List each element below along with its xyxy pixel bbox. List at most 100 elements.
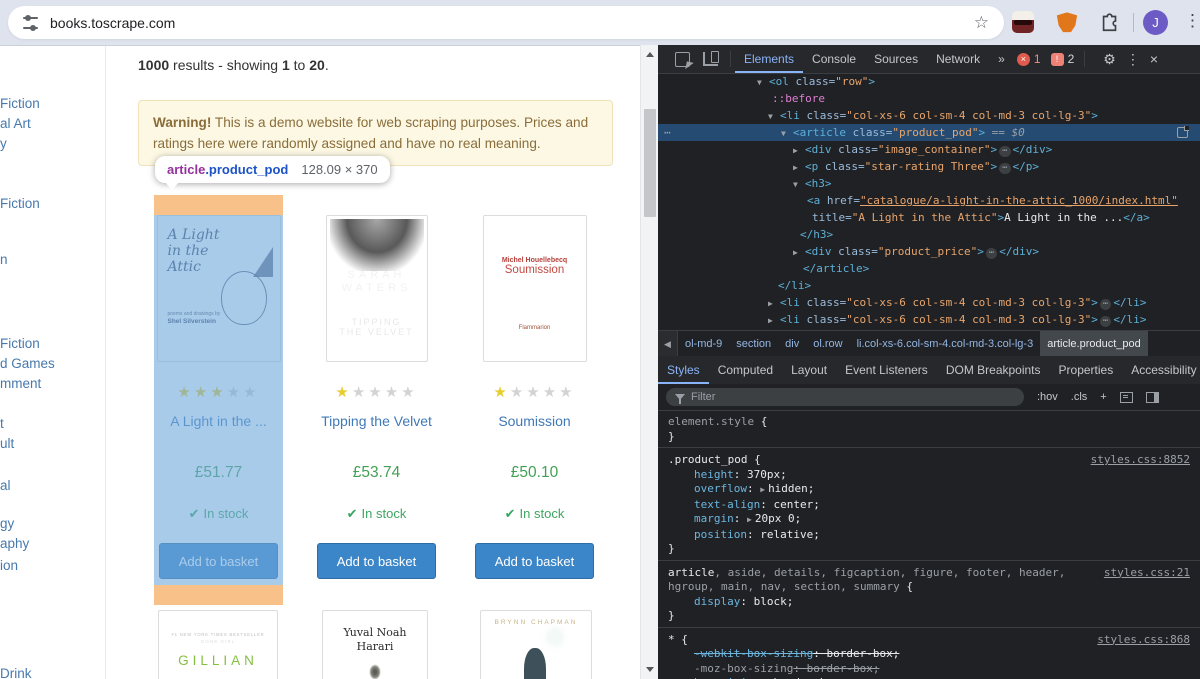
stylesheet-source-link[interactable]: styles.css:21 — [1104, 566, 1190, 581]
add-to-basket-button[interactable]: Add to basket — [475, 543, 594, 579]
styles-tab-dombreakpoints[interactable]: DOM Breakpoints — [937, 356, 1050, 384]
css-property[interactable]: -webkit-box-sizing: border-box; — [668, 647, 1190, 662]
devtools-tab-elements[interactable]: Elements — [735, 45, 803, 73]
collapsed-arrow-icon[interactable]: ▶ — [768, 312, 780, 329]
elements-tree-row[interactable]: </li> — [658, 277, 1200, 294]
inspect-element-icon[interactable] — [675, 52, 690, 67]
elements-tree-row[interactable]: ▼<h3> — [658, 175, 1200, 192]
rendering-toggle-icon[interactable] — [1120, 392, 1133, 403]
sidebar-category-link[interactable]: d Games — [0, 356, 55, 371]
sidebar-category-link[interactable]: Fiction — [0, 96, 40, 111]
site-settings-icon[interactable] — [23, 17, 38, 29]
product-title-link[interactable]: Tipping the Velvet — [312, 413, 441, 429]
extensions-puzzle-icon[interactable] — [1099, 11, 1121, 33]
sidebar-category-link[interactable]: ult — [0, 436, 14, 451]
elements-tree-row[interactable]: ▶<div class="product_price">⋯</div> — [658, 243, 1200, 260]
device-toolbar-icon[interactable] — [703, 52, 718, 66]
elements-tree-row[interactable]: ▶<li class="col-xs-6 col-sm-4 col-md-3 c… — [658, 294, 1200, 311]
elements-tree-row[interactable]: ▶<li class="col-xs-6 col-sm-4 col-md-3 c… — [658, 311, 1200, 328]
sidebar-category-link[interactable]: n — [0, 252, 8, 267]
profile-avatar[interactable]: J — [1143, 10, 1168, 35]
sidebar-category-link[interactable]: Drink — [0, 666, 32, 679]
elements-tree-row[interactable]: ▶<div class="image_container">⋯</div> — [658, 141, 1200, 158]
sidebar-category-link[interactable]: y — [0, 136, 7, 151]
error-icon[interactable]: × — [1017, 53, 1030, 66]
expand-value-icon[interactable]: ▶ — [747, 515, 752, 524]
devtools-close-icon[interactable]: × — [1150, 51, 1158, 67]
styles-control[interactable]: :hov — [1037, 391, 1058, 403]
issues-count[interactable]: 2 — [1068, 52, 1075, 66]
elements-tree-row[interactable]: title="A Light in the Attic">A Light in … — [658, 209, 1200, 226]
error-count[interactable]: 1 — [1034, 52, 1041, 66]
css-property[interactable]: height: 370px; — [668, 468, 1190, 483]
privacy-extension-icon[interactable] — [1012, 11, 1034, 33]
css-property[interactable]: position: relative; — [668, 528, 1190, 543]
devtools-tab-console[interactable]: Console — [803, 45, 865, 73]
elements-tree-row[interactable]: ▼<ol class="row"> — [658, 73, 1200, 90]
elements-tree-row[interactable]: ▶<p class="star-rating Three">⋯</p> — [658, 158, 1200, 175]
elements-tree-row[interactable]: ::before — [658, 90, 1200, 107]
add-to-basket-button[interactable]: Add to basket — [159, 543, 278, 579]
elements-tree-row[interactable]: <a href="catalogue/a-light-in-the-attic_… — [658, 192, 1200, 209]
styles-tab-computed[interactable]: Computed — [709, 356, 782, 384]
css-property[interactable]: -moz-box-sizing: border-box; — [668, 662, 1190, 677]
product-title-link[interactable]: A Light in the ... — [154, 413, 283, 429]
product-cover-link[interactable]: A Lightin theAtticpoems and drawings byS… — [157, 215, 281, 362]
expand-arrow-icon[interactable]: ▼ — [793, 176, 805, 193]
expand-value-icon[interactable]: ▶ — [760, 485, 765, 494]
css-property[interactable]: display: block; — [668, 595, 1190, 610]
styles-tab-styles[interactable]: Styles — [658, 356, 709, 384]
product-cover-link[interactable]: Michel HouellebecqSoumissionFlammarion — [483, 215, 587, 362]
product-cover-link[interactable]: BRYNN CHAPMAN — [480, 610, 592, 679]
product-cover-link[interactable]: Yuval NoahHarari — [322, 610, 428, 679]
sidebar-category-link[interactable]: Fiction — [0, 196, 40, 211]
scroll-up-arrow-icon[interactable] — [646, 52, 654, 57]
scroll-down-arrow-icon[interactable] — [646, 667, 654, 672]
sidebar-category-link[interactable]: al Art — [0, 116, 31, 131]
computed-sidebar-toggle-icon[interactable] — [1146, 392, 1159, 403]
scroll-into-view-icon[interactable] — [1177, 127, 1188, 138]
devtools-tab-network[interactable]: Network — [927, 45, 989, 73]
page-scrollbar[interactable] — [640, 45, 659, 679]
stylesheet-source-link[interactable]: styles.css:868 — [1097, 633, 1190, 648]
row-gutter-dots-icon[interactable]: ⋯ — [664, 124, 672, 141]
breadcrumb-item[interactable]: section — [729, 331, 778, 357]
product-cover-link[interactable]: SARAHWATERSTIPPINGTHE VELVET — [326, 215, 428, 362]
styles-tab-eventlisteners[interactable]: Event Listeners — [836, 356, 937, 384]
more-tabs-icon[interactable]: » — [989, 45, 1014, 73]
metamask-extension-icon[interactable] — [1056, 11, 1078, 33]
add-to-basket-button[interactable]: Add to basket — [317, 543, 436, 579]
styles-control[interactable]: + — [1100, 391, 1106, 403]
styles-tab-layout[interactable]: Layout — [782, 356, 836, 384]
elements-tree-row[interactable]: ▼<li class="col-xs-6 col-sm-4 col-md-3 c… — [658, 107, 1200, 124]
breadcrumb-item[interactable]: ol.row — [806, 331, 849, 357]
sidebar-category-link[interactable]: mment — [0, 376, 41, 391]
product-cover-link[interactable]: NEW YORK TIMES BESTSELLER#1 NEW YORK TIM… — [158, 610, 278, 679]
filter-input[interactable]: Filter — [666, 388, 1024, 406]
css-property[interactable]: overflow: ▶hidden; — [668, 482, 1190, 498]
sidebar-category-link[interactable]: ion — [0, 558, 18, 573]
breadcrumb-scroll-left-icon[interactable]: ◀ — [658, 331, 678, 357]
expand-arrow-icon[interactable]: ▼ — [768, 108, 780, 125]
elements-tree-row-selected[interactable]: ▼<article class="product_pod"> == $0⋯ — [658, 124, 1200, 141]
collapsed-arrow-icon[interactable]: ▶ — [793, 159, 805, 176]
address-bar[interactable]: books.toscrape.com ☆ — [8, 6, 1004, 39]
product-title-link[interactable]: Soumission — [470, 413, 599, 429]
expand-arrow-icon[interactable]: ▼ — [757, 74, 769, 91]
breadcrumb-item[interactable]: div — [778, 331, 806, 357]
breadcrumb-item[interactable]: li.col-xs-6.col-sm-4.col-md-3.col-lg-3 — [850, 331, 1041, 357]
browser-menu-icon[interactable]: ⋮ — [1184, 11, 1200, 31]
styles-tab-accessibility[interactable]: Accessibility — [1122, 356, 1200, 384]
expand-arrow-icon[interactable]: ▼ — [781, 125, 793, 142]
breadcrumb-item[interactable]: article.product_pod — [1040, 331, 1148, 357]
scrollbar-thumb[interactable] — [644, 109, 656, 217]
collapsed-arrow-icon[interactable]: ▶ — [793, 142, 805, 159]
devtools-menu-icon[interactable]: ⋮ — [1126, 51, 1140, 68]
sidebar-category-link[interactable]: aphy — [0, 536, 29, 551]
settings-gear-icon[interactable]: ⚙ — [1103, 51, 1116, 68]
sidebar-category-link[interactable]: t — [0, 416, 4, 431]
breadcrumb-item[interactable]: ol-md-9 — [678, 331, 729, 357]
css-property[interactable]: text-align: center; — [668, 498, 1190, 513]
sidebar-category-link[interactable]: gy — [0, 516, 14, 531]
issues-icon[interactable]: ! — [1051, 53, 1064, 66]
